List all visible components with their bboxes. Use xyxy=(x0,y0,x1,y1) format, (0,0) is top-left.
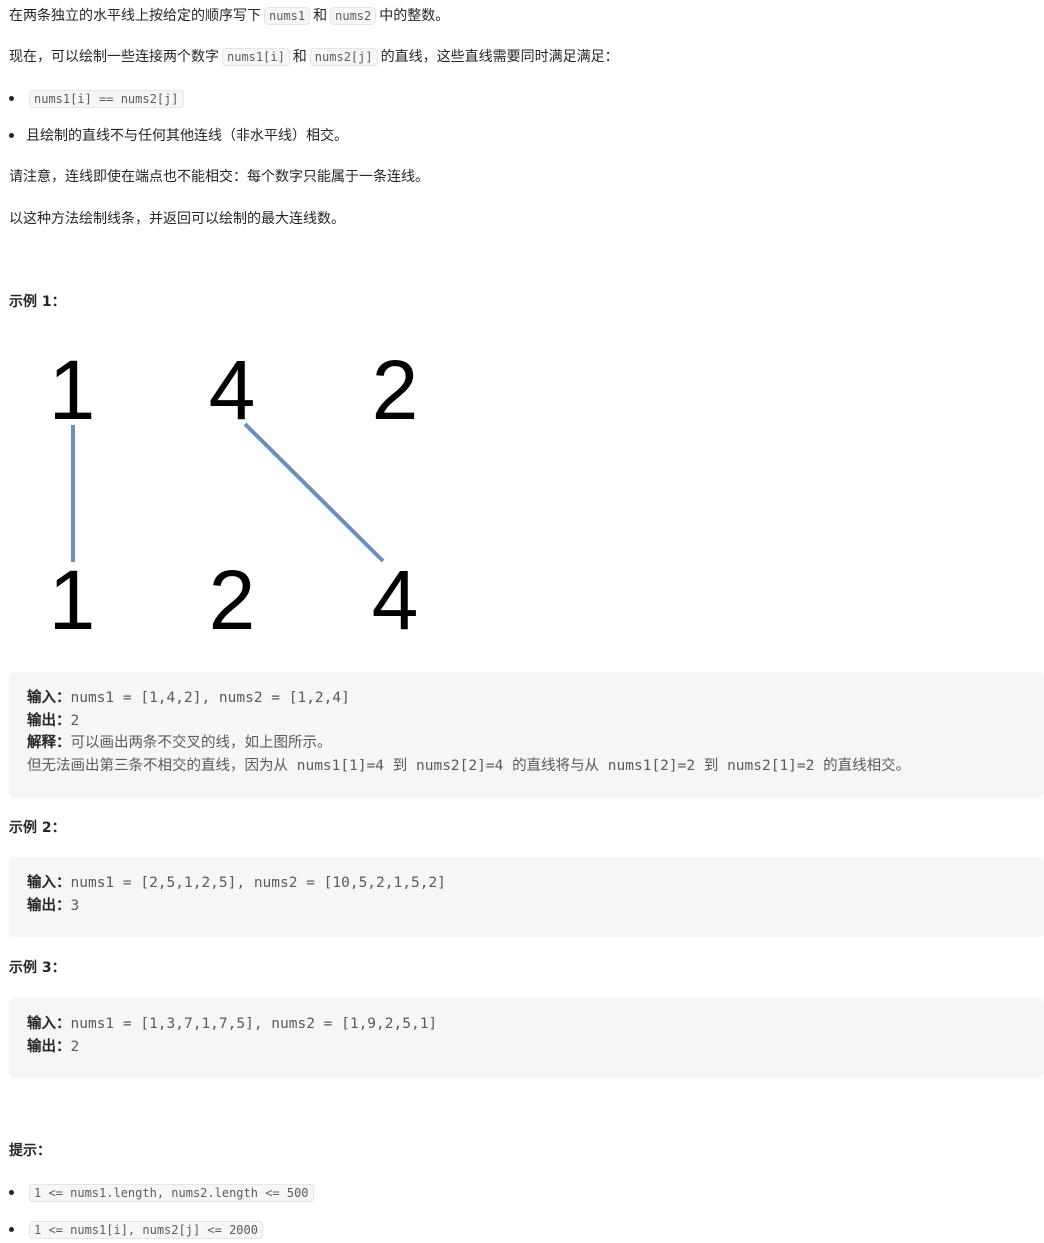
output-label: 输出： xyxy=(27,712,71,729)
explanation-code: nums1[2]=2 xyxy=(607,757,696,774)
hints-heading: 提示： xyxy=(9,1143,51,1159)
bullet-icon xyxy=(9,1189,14,1195)
explanation-row: 但无法画出第三条不相交的直线，因为从 nums1[1]=4 到 nums2[2]… xyxy=(27,755,1026,778)
intro-text: 在两条独立的水平线上按给定的顺序写下 xyxy=(9,8,261,24)
intro-text: 和 xyxy=(313,8,328,24)
intro-paragraph-1: 在两条独立的水平线上按给定的顺序写下 nums1 和 nums2 中的整数。 xyxy=(9,5,449,27)
output-value: 2 xyxy=(70,712,80,729)
example-2-block: 输入：nums1 = [2,5,1,2,5], nums2 = [10,5,2,… xyxy=(9,857,1044,937)
explanation-code: nums1[1]=4 xyxy=(296,757,385,774)
inline-code: nums2[j] xyxy=(309,48,378,66)
explanation-label: 解释： xyxy=(27,735,71,751)
explanation-text: 的直线将与从 xyxy=(512,757,600,774)
intro-paragraph-3: 请注意，连线即使在端点也不能相交：每个数字只能属于一条连线。 xyxy=(9,169,429,185)
output-row: 输出：2 xyxy=(27,710,1026,733)
explanation-text: 可以画出两条不交叉的线，如上图所示。 xyxy=(70,735,332,751)
input-row: 输入：nums1 = [1,3,7,1,7,5], nums2 = [1,9,2… xyxy=(27,1013,1026,1036)
inline-code: nums1[i] xyxy=(222,48,290,66)
bottom-number: 1 xyxy=(49,553,96,647)
inline-code: 1 <= nums1.length, nums2.length <= 500 xyxy=(29,1184,314,1202)
explanation-code: nums2[2]=4 xyxy=(416,757,504,774)
input-row: 输入：nums1 = [1,4,2], nums2 = [1,2,4] xyxy=(27,687,1026,710)
top-number: 4 xyxy=(209,343,256,437)
condition-text: 且绘制的直线不与任何其他连线（非水平线）相交。 xyxy=(26,128,348,144)
intro-text: 中的整数。 xyxy=(379,8,450,24)
input-value: nums1 = [1,4,2], nums2 = [1,2,4] xyxy=(70,690,350,706)
example-3-heading: 示例 3： xyxy=(9,960,66,976)
explanation-text: 到 xyxy=(703,757,719,774)
inline-code: 1 <= nums1[i], nums2[j] <= 2000 xyxy=(29,1221,263,1239)
example-1-heading: 示例 1： xyxy=(9,294,66,310)
example-3-block: 输入：nums1 = [1,3,7,1,7,5], nums2 = [1,9,2… xyxy=(9,998,1044,1078)
bottom-number: 4 xyxy=(372,553,419,647)
explanation-text: 到 xyxy=(392,757,408,774)
bullet-icon xyxy=(9,1226,14,1232)
input-label: 输入： xyxy=(27,1016,71,1032)
bullet-icon xyxy=(9,95,14,101)
example-2-heading: 示例 2： xyxy=(9,820,66,836)
input-value: nums1 = [1,3,7,1,7,5], nums2 = [1,9,2,5,… xyxy=(70,1016,438,1032)
condition-list-item: 且绘制的直线不与任何其他连线（非水平线）相交。 xyxy=(9,125,348,147)
explanation-text: 的直线相交。 xyxy=(823,757,911,774)
input-value: nums1 = [2,5,1,2,5], nums2 = [10,5,2,1,5… xyxy=(70,875,446,891)
input-label: 输入： xyxy=(27,690,71,706)
intro-paragraph-2: 现在，可以绘制一些连接两个数字 nums1[i] 和 nums2[j] 的直线，这些直线… xyxy=(9,46,619,68)
intro-text: 现在，可以绘制一些连接两个数字 xyxy=(9,49,219,65)
inline-code: nums2 xyxy=(330,7,377,25)
hint-list-item: 1 <= nums1[i], nums2[j] <= 2000 xyxy=(9,1219,266,1241)
output-value: 2 xyxy=(70,1038,80,1055)
example-1-figure: 1 4 2 1 2 4 xyxy=(49,343,419,647)
condition-list-item: nums1[i] == nums2[j] xyxy=(9,88,187,110)
output-value: 3 xyxy=(70,897,80,914)
explanation-row: 解释：可以画出两条不交叉的线，如上图所示。 xyxy=(27,732,1026,755)
example-1-block: 输入：nums1 = [1,4,2], nums2 = [1,2,4] 输出：2… xyxy=(9,672,1044,798)
output-row: 输出：2 xyxy=(27,1036,1026,1059)
intro-text: 的直线，这些直线需要同时满足满足： xyxy=(380,49,619,65)
hint-list-item: 1 <= nums1.length, nums2.length <= 500 xyxy=(9,1182,317,1204)
bullet-icon xyxy=(9,132,14,138)
top-number: 2 xyxy=(372,343,419,437)
intro-text: 和 xyxy=(292,49,307,65)
bottom-number: 2 xyxy=(209,553,256,647)
output-label: 输出： xyxy=(27,1038,71,1055)
connecting-line xyxy=(243,422,385,563)
input-row: 输入：nums1 = [2,5,1,2,5], nums2 = [10,5,2,… xyxy=(27,872,1026,895)
explanation-code: nums2[1]=2 xyxy=(727,757,815,774)
top-number: 1 xyxy=(49,343,96,437)
output-label: 输出： xyxy=(27,897,71,914)
inline-code: nums1 xyxy=(264,7,311,25)
intro-paragraph-4: 以这种方法绘制线条，并返回可以绘制的最大连线数。 xyxy=(9,211,345,227)
explanation-text: 但无法画出第三条不相交的直线，因为从 xyxy=(27,757,288,774)
input-label: 输入： xyxy=(27,875,71,891)
inline-code: nums1[i] == nums2[j] xyxy=(29,90,184,108)
output-row: 输出：3 xyxy=(27,895,1026,918)
